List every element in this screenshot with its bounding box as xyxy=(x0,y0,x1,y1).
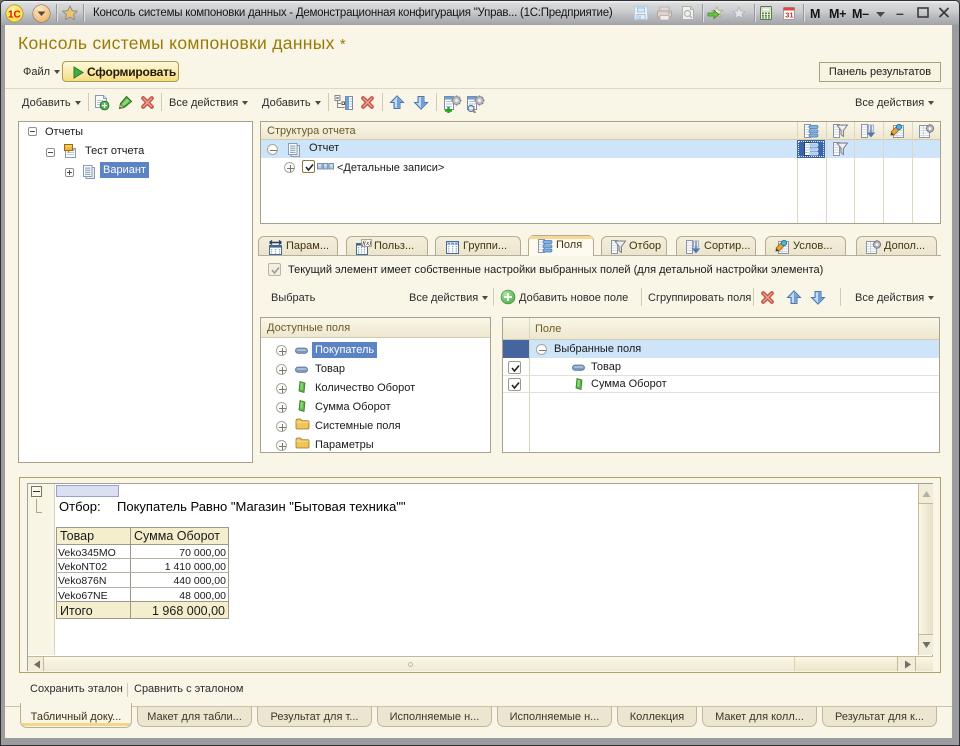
svg-text:1С: 1С xyxy=(8,10,21,21)
svg-text:f(x): f(x) xyxy=(362,240,371,247)
svg-text:31: 31 xyxy=(785,11,793,20)
